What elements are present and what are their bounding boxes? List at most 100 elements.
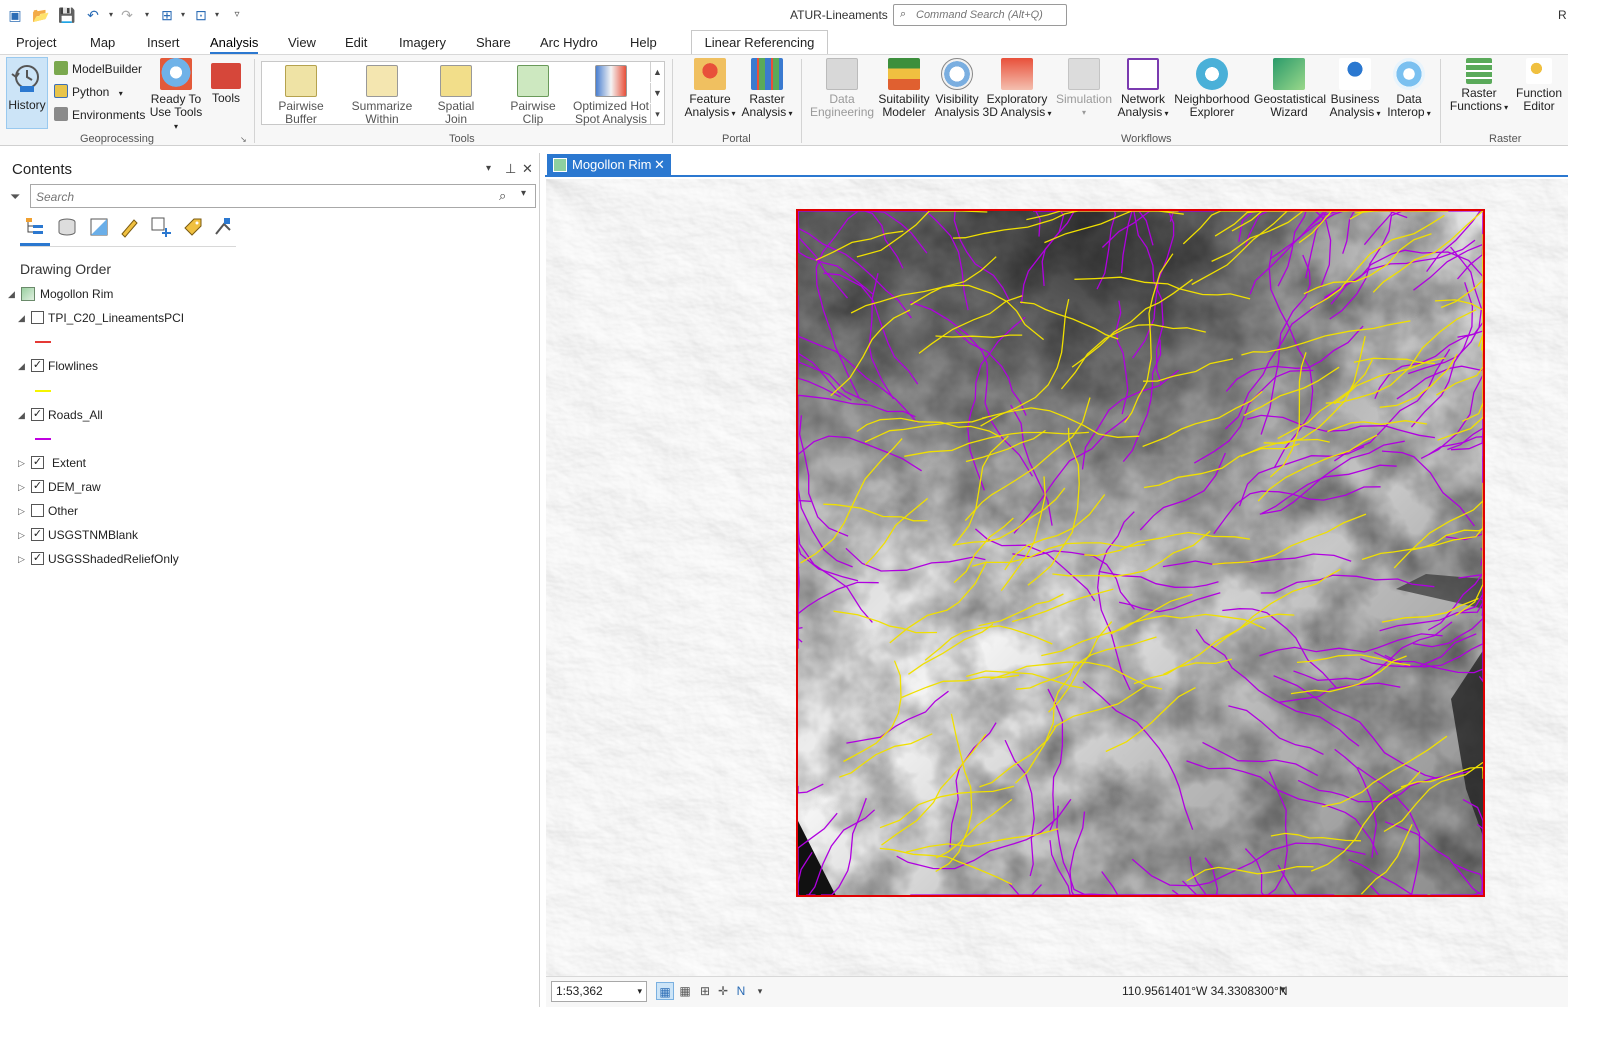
contents-search[interactable]: ⌕ ▾ (30, 184, 536, 208)
history-button[interactable]: History (6, 57, 48, 129)
snapping-toggle-icon[interactable]: ✛ (714, 982, 732, 1000)
layer-row[interactable]: ▷ ✓ DEM_raw (18, 477, 318, 497)
neighborhood-explorer-button[interactable]: Neighborhood Explorer (1172, 58, 1252, 119)
geoprocessing-launcher-icon[interactable]: ↘ (240, 135, 247, 144)
business-analysis-button[interactable]: Business Analysis ▾ (1326, 58, 1384, 120)
tab-analysis[interactable]: Analysis (210, 35, 259, 54)
raster-analysis-button[interactable]: Raster Analysis ▾ (740, 58, 794, 120)
gallery-expand-icon[interactable]: ▾ (650, 104, 664, 124)
north-arrow-icon[interactable]: N (732, 982, 750, 1000)
editing-icon[interactable] (118, 216, 140, 238)
project-dropdown-icon[interactable]: ▾ (174, 6, 192, 24)
layer-row[interactable]: ◢ ✓ Roads_All (18, 405, 318, 425)
tab-imagery[interactable]: Imagery (399, 35, 446, 50)
layer-row[interactable]: ▷ Other (18, 501, 318, 521)
drawing-order-icon[interactable] (24, 216, 46, 238)
expand-icon[interactable]: ▷ (18, 549, 28, 569)
visibility-checkbox[interactable]: ✓ (31, 552, 44, 565)
data-engineering-button[interactable]: Data Engineering (810, 58, 874, 119)
pane-options-icon[interactable]: ▾ (486, 163, 491, 174)
snapping-icon[interactable] (150, 216, 172, 238)
user-avatar[interactable]: R (1558, 8, 1567, 22)
tab-project[interactable]: Project (16, 35, 56, 50)
gallery-scroll-down-icon[interactable]: ▼ (650, 83, 664, 103)
command-search[interactable]: ⌕ (893, 4, 1067, 26)
selection-icon[interactable] (88, 216, 110, 238)
undo-icon[interactable]: ↶ (84, 6, 102, 24)
scale-dropdown-icon[interactable]: ▾ (637, 982, 642, 1001)
expand-icon[interactable]: ▷ (18, 477, 28, 497)
suitability-modeler-button[interactable]: Suitability Modeler (876, 58, 932, 119)
tab-arc-hydro[interactable]: Arc Hydro (540, 35, 598, 50)
tab-insert[interactable]: Insert (147, 35, 180, 50)
map-node[interactable]: ◢ Mogollon Rim (8, 284, 308, 304)
tab-view[interactable]: View (288, 35, 316, 50)
map-tab-mogollon-rim[interactable]: Mogollon Rim ✕ (547, 154, 671, 176)
tab-help[interactable]: Help (630, 35, 657, 50)
modelbuilder-button[interactable]: ModelBuilder (54, 59, 142, 79)
map-canvas[interactable] (546, 179, 1568, 976)
visibility-checkbox[interactable] (31, 311, 44, 324)
tools-button[interactable]: Tools (208, 58, 244, 105)
exploratory-3d-analysis-button[interactable]: Exploratory 3D Analysis ▾ (982, 58, 1052, 120)
summarize-within-button[interactable]: Summarize Within (342, 65, 422, 126)
command-search-input[interactable] (916, 7, 1064, 23)
map-view-icon[interactable]: ▦ (656, 982, 674, 1000)
feature-analysis-button[interactable]: Feature Analysis ▾ (682, 58, 738, 120)
function-editor-button[interactable]: Function Editor (1512, 58, 1566, 113)
simulation-button[interactable]: Simulation ▾ (1054, 58, 1114, 119)
collapse-icon[interactable]: ◢ (18, 356, 28, 376)
collapse-icon[interactable]: ◢ (18, 405, 28, 425)
view-options-dropdown-icon[interactable]: ▾ (751, 982, 769, 1000)
layer-row[interactable]: ▷ ✓ USGSTNMBlank (18, 525, 318, 545)
search-options-icon[interactable]: ▾ (521, 188, 526, 199)
search-icon[interactable]: ⌕ (499, 188, 506, 204)
scale-selector[interactable]: 1:53,362 ▾ (551, 981, 647, 1002)
grid-icon[interactable]: ▦ (676, 982, 694, 1000)
visibility-checkbox[interactable]: ✓ (31, 480, 44, 493)
open-project-icon[interactable]: 📂 (32, 6, 50, 24)
tab-map[interactable]: Map (90, 35, 115, 50)
data-interop-button[interactable]: Data Interop ▾ (1384, 58, 1434, 120)
layer-row[interactable]: ▷ ✓ USGSShadedReliefOnly (18, 549, 318, 569)
new-project-icon[interactable]: ▣ (6, 6, 24, 24)
network-analysis-button[interactable]: Network Analysis ▾ (1116, 58, 1170, 120)
labeling-icon[interactable] (182, 216, 204, 238)
visibility-checkbox[interactable]: ✓ (31, 359, 44, 372)
environments-button[interactable]: Environments (54, 105, 145, 125)
visibility-checkbox[interactable] (31, 504, 44, 517)
coordinate-format-dropdown-icon[interactable]: ▾ (1280, 983, 1286, 996)
tab-linear-referencing[interactable]: Linear Referencing (691, 30, 828, 55)
contents-search-input[interactable] (36, 189, 476, 205)
spatial-join-button[interactable]: Spatial Join (428, 65, 484, 126)
pause-drawing-icon[interactable]: ⊞ (696, 982, 714, 1000)
optimized-hot-spot-button[interactable]: Optimized Hot Spot Analysis (570, 65, 652, 126)
save-icon[interactable]: 💾 (58, 6, 76, 24)
pairwise-buffer-button[interactable]: Pairwise Buffer (266, 65, 336, 126)
gallery-scroll-up-icon[interactable]: ▲ (650, 62, 664, 82)
close-icon[interactable]: ✕ (654, 154, 665, 176)
visibility-checkbox[interactable]: ✓ (31, 456, 44, 469)
layer-row[interactable]: ◢ TPI_C20_LineamentsPCI (18, 308, 318, 328)
tab-edit[interactable]: Edit (345, 35, 367, 50)
visibility-analysis-button[interactable]: Visibility Analysis (932, 58, 982, 119)
ready-to-use-tools-button[interactable]: Ready To Use Tools ▾ (148, 58, 204, 133)
redo-icon[interactable]: ↷ (118, 6, 136, 24)
expand-icon[interactable]: ▷ (18, 525, 28, 545)
filter-icon[interactable]: ⏷ (10, 189, 20, 205)
layer-row[interactable]: ◢ ✓ Flowlines (18, 356, 318, 376)
pairwise-clip-button[interactable]: Pairwise Clip (502, 65, 564, 126)
layout-dropdown-icon[interactable]: ▾ (208, 6, 226, 24)
redo-dropdown-icon[interactable]: ▾ (138, 6, 156, 24)
collapse-icon[interactable]: ◢ (18, 308, 28, 328)
pin-icon[interactable]: ⊥ (505, 161, 516, 177)
expand-icon[interactable]: ▷ (18, 501, 28, 521)
layer-row[interactable]: ▷ ✓ Extent (18, 453, 318, 473)
list-by-perspective-icon[interactable] (212, 216, 234, 238)
customize-toolbar-icon[interactable]: ▿ (228, 6, 246, 24)
collapse-icon[interactable]: ◢ (8, 284, 18, 304)
tab-share[interactable]: Share (476, 35, 511, 50)
data-source-icon[interactable] (56, 216, 78, 238)
close-icon[interactable]: ✕ (522, 161, 533, 177)
visibility-checkbox[interactable]: ✓ (31, 528, 44, 541)
